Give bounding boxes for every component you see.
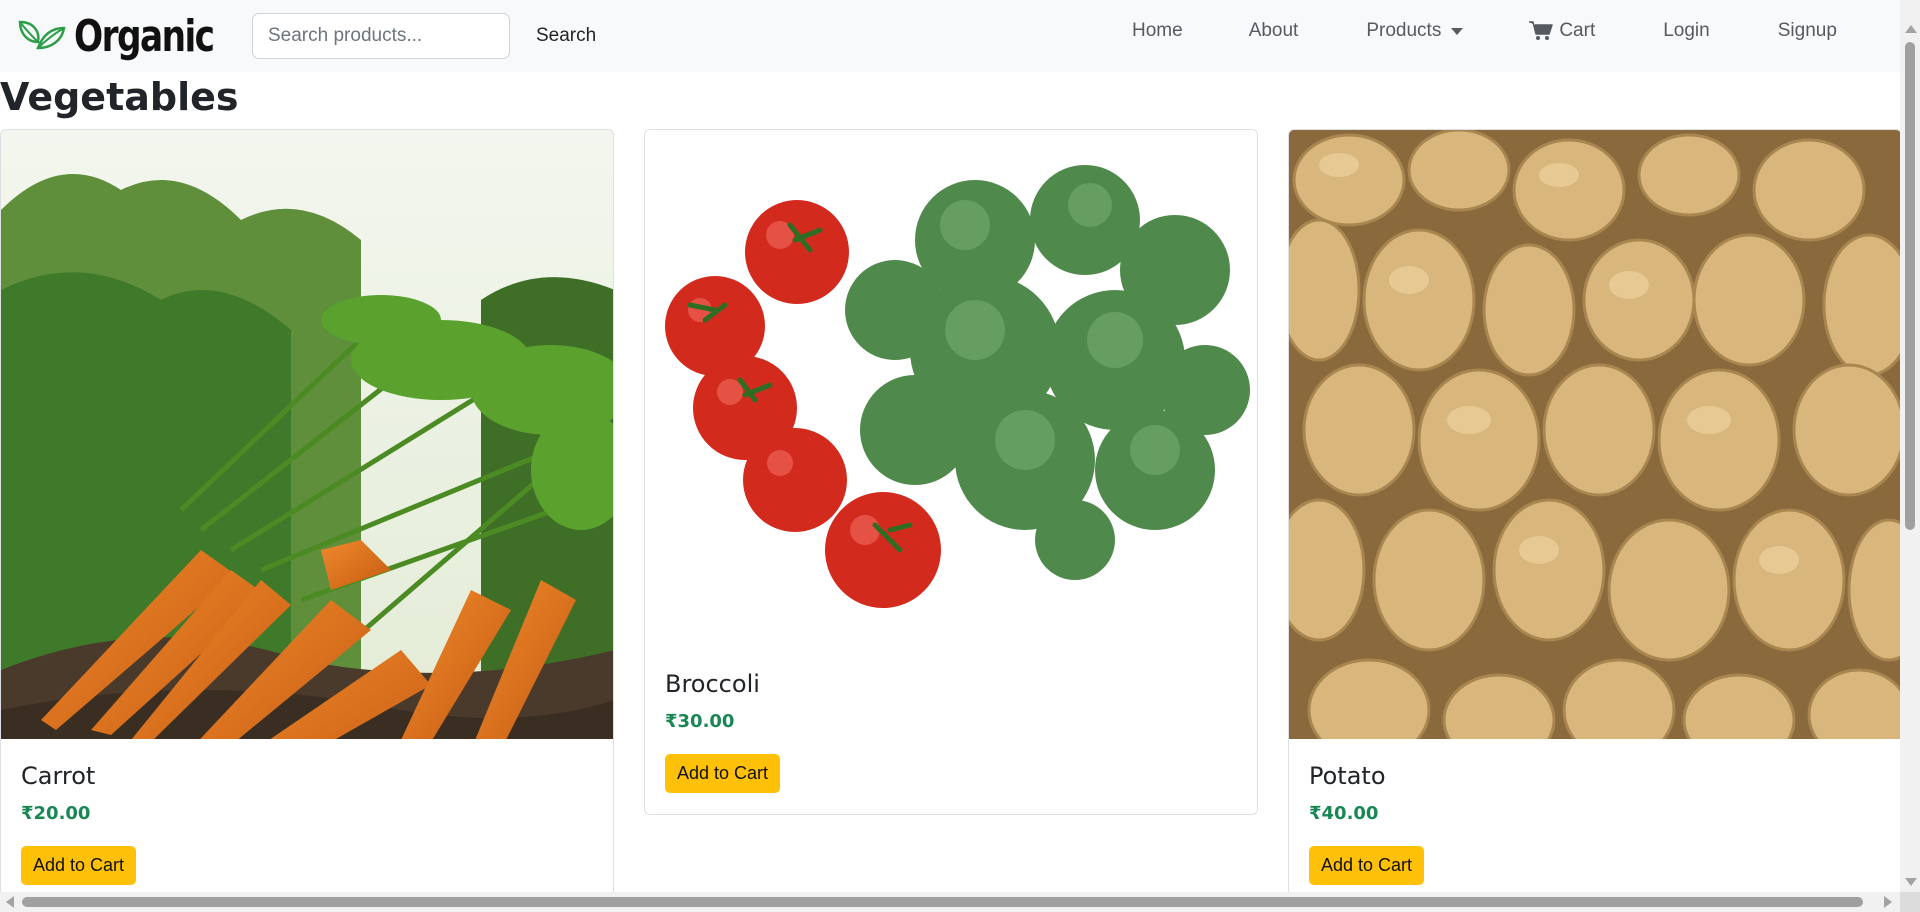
search-form: Search	[252, 13, 608, 59]
brand-name: Organic	[74, 10, 215, 62]
nav-signup-link[interactable]: Signup	[1776, 12, 1839, 50]
nav-login-link[interactable]: Login	[1661, 12, 1712, 50]
nav-products-label: Products	[1366, 20, 1442, 41]
shopping-cart-icon	[1529, 21, 1554, 40]
nav-login-label: Login	[1663, 20, 1710, 41]
scroll-up-arrow-icon[interactable]	[1905, 25, 1917, 33]
product-price: ₹40.00	[1309, 803, 1379, 824]
brand-link[interactable]: Organic	[16, 11, 224, 62]
add-to-cart-button[interactable]: Add to Cart	[1309, 846, 1425, 885]
add-to-cart-button[interactable]: Add to Cart	[21, 846, 137, 885]
broccoli-tomato-photo	[645, 130, 1257, 647]
product-price: ₹20.00	[21, 803, 91, 824]
scrollbar-corner	[1900, 892, 1920, 912]
page-viewport: Organic Search Home About Products	[0, 0, 1920, 912]
horizontal-scrollbar[interactable]	[0, 892, 1900, 912]
vertical-scroll-thumb[interactable]	[1905, 42, 1915, 530]
potato-photo	[1289, 130, 1901, 739]
product-card-carrot: Carrot ₹20.00 Add to Cart	[0, 129, 614, 912]
card-body: Broccoli ₹30.00 Add to Cart	[645, 647, 1257, 814]
add-to-cart-button[interactable]: Add to Cart	[665, 754, 781, 793]
page-title: Vegetables	[0, 75, 239, 119]
product-card-potato: Potato ₹40.00 Add to Cart	[1288, 129, 1902, 912]
nav-products-dropdown[interactable]: Products	[1364, 12, 1465, 50]
scroll-right-arrow-icon[interactable]	[1884, 896, 1892, 908]
caret-down-icon	[1451, 27, 1464, 35]
product-name: Potato	[1309, 762, 1386, 790]
product-card-broccoli: Broccoli ₹30.00 Add to Cart	[644, 129, 1258, 815]
nav-home-label: Home	[1132, 20, 1183, 41]
horizontal-scroll-thumb[interactable]	[22, 897, 1863, 907]
product-name: Broccoli	[665, 670, 760, 698]
nav-signup-label: Signup	[1777, 20, 1837, 41]
product-price: ₹30.00	[665, 711, 735, 732]
search-button[interactable]: Search	[524, 17, 608, 55]
leaf-icon	[18, 20, 66, 50]
nav-about-label: About	[1248, 20, 1299, 41]
card-body: Carrot ₹20.00 Add to Cart	[1, 739, 613, 907]
nav-about-link[interactable]: About	[1247, 12, 1301, 50]
card-body: Potato ₹40.00 Add to Cart	[1289, 739, 1901, 907]
nav-cart-label: Cart	[1559, 20, 1596, 41]
navbar: Organic Search Home About Products	[0, 0, 1900, 72]
nav-home-link[interactable]: Home	[1130, 12, 1185, 50]
vertical-scrollbar[interactable]	[1900, 0, 1920, 912]
nav-links: Home About Products Cart Login Signup	[1110, 0, 1839, 62]
search-input[interactable]	[252, 13, 510, 59]
scroll-left-arrow-icon[interactable]	[6, 896, 14, 908]
product-name: Carrot	[21, 762, 96, 790]
scroll-down-arrow-icon[interactable]	[1905, 878, 1917, 886]
carrot-photo	[1, 130, 613, 739]
nav-cart-link[interactable]: Cart	[1527, 12, 1597, 50]
